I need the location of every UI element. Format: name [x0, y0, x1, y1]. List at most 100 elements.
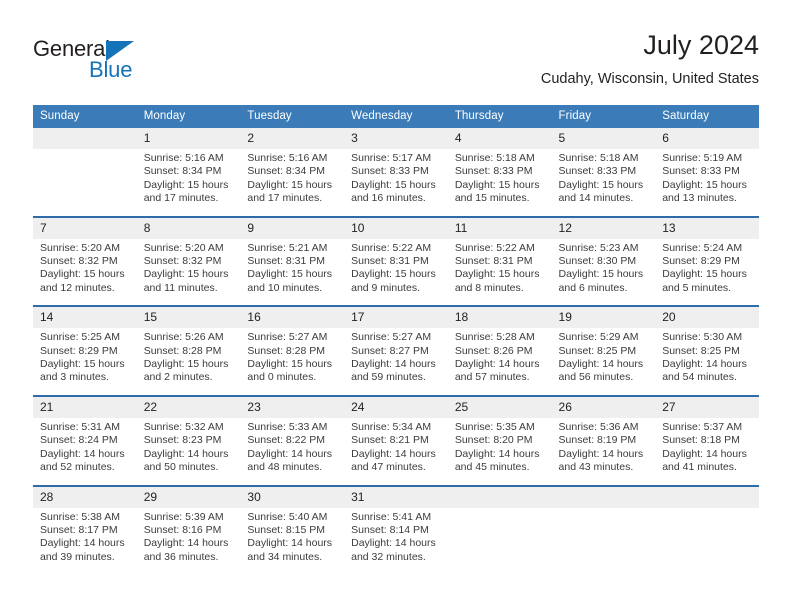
day-cell[interactable]: Sunrise: 5:16 AM Sunset: 8:34 PM Dayligh… — [240, 149, 345, 217]
sunset-text: Sunset: 8:27 PM — [351, 344, 429, 357]
day-cell[interactable]: Sunrise: 5:16 AM Sunset: 8:34 PM Dayligh… — [136, 149, 241, 217]
day-number: 7 — [33, 215, 137, 239]
day-cell[interactable]: Sunrise: 5:28 AM Sunset: 8:26 PM Dayligh… — [447, 328, 552, 396]
day-number: 21 — [33, 394, 137, 418]
daylight-text: Daylight: 15 hours and 16 minutes. — [351, 178, 436, 205]
sunrise-text: Sunrise: 5:29 AM — [558, 331, 639, 344]
day-number: 14 — [33, 305, 137, 329]
day-cell[interactable]: Sunrise: 5:36 AM Sunset: 8:19 PM Dayligh… — [551, 417, 656, 486]
day-cell[interactable]: Sunrise: 5:31 AM Sunset: 8:24 PM Dayligh… — [33, 417, 137, 486]
general-blue-logo[interactable]: General Blue — [33, 36, 233, 92]
day-cell[interactable]: Sunrise: 5:33 AM Sunset: 8:22 PM Dayligh… — [240, 417, 345, 486]
daylight-text: Daylight: 15 hours and 11 minutes. — [143, 268, 229, 294]
day-cell[interactable]: Sunrise: 5:27 AM Sunset: 8:28 PM Dayligh… — [240, 328, 345, 396]
day-number: 29 — [136, 484, 241, 508]
weekday-header-friday: Friday — [551, 105, 656, 128]
day-cell[interactable]: Sunrise: 5:30 AM Sunset: 8:25 PM Dayligh… — [655, 328, 759, 396]
day-cell[interactable]: Sunrise: 5:25 AM Sunset: 8:29 PM Dayligh… — [33, 328, 137, 396]
day-cell[interactable]: Sunrise: 5:23 AM Sunset: 8:30 PM Dayligh… — [551, 238, 656, 307]
day-number: 31 — [344, 484, 448, 508]
sunrise-text: Sunrise: 5:30 AM — [662, 331, 743, 344]
day-cell[interactable]: Sunrise: 5:18 AM Sunset: 8:33 PM Dayligh… — [447, 149, 552, 217]
day-cell[interactable]: Sunrise: 5:22 AM Sunset: 8:31 PM Dayligh… — [344, 238, 448, 307]
day-cell[interactable]: Sunrise: 5:22 AM Sunset: 8:31 PM Dayligh… — [447, 238, 552, 307]
day-cell[interactable] — [655, 507, 759, 575]
day-cell[interactable]: Sunrise: 5:35 AM Sunset: 8:20 PM Dayligh… — [447, 417, 552, 486]
day-cell[interactable]: Sunrise: 5:26 AM Sunset: 8:28 PM Dayligh… — [136, 328, 241, 396]
sunrise-text: Sunrise: 5:26 AM — [143, 331, 224, 344]
daylight-text: Daylight: 15 hours and 17 minutes. — [247, 178, 333, 205]
day-cell[interactable]: Sunrise: 5:29 AM Sunset: 8:25 PM Dayligh… — [551, 328, 656, 396]
day-number: 17 — [344, 305, 448, 329]
page-title: July 2024 — [643, 30, 759, 60]
day-cell[interactable]: Sunrise: 5:38 AM Sunset: 8:17 PM Dayligh… — [33, 507, 137, 575]
day-cell[interactable]: Sunrise: 5:34 AM Sunset: 8:21 PM Dayligh… — [344, 417, 448, 486]
day-number: 6 — [655, 128, 759, 149]
day-cell[interactable]: Sunrise: 5:24 AM Sunset: 8:29 PM Dayligh… — [655, 238, 759, 307]
sunset-text: Sunset: 8:34 PM — [247, 165, 326, 178]
sunset-text: Sunset: 8:19 PM — [558, 434, 637, 447]
weekday-header-saturday: Saturday — [655, 105, 759, 128]
day-cell[interactable]: Sunrise: 5:40 AM Sunset: 8:15 PM Dayligh… — [240, 507, 345, 575]
week-daynumber-row: 28 29 30 31 — [33, 484, 759, 508]
sunrise-text: Sunrise: 5:21 AM — [247, 241, 328, 254]
sunset-text: Sunset: 8:34 PM — [143, 165, 222, 178]
weekday-header-sunday: Sunday — [33, 105, 137, 128]
day-cell[interactable]: Sunrise: 5:20 AM Sunset: 8:32 PM Dayligh… — [33, 238, 137, 307]
day-cell[interactable]: Sunrise: 5:20 AM Sunset: 8:32 PM Dayligh… — [136, 238, 241, 307]
sunrise-text: Sunrise: 5:36 AM — [558, 420, 639, 433]
sunset-text: Sunset: 8:33 PM — [351, 165, 429, 178]
calendar-table: Sunday Monday Tuesday Wednesday Thursday… — [33, 105, 759, 575]
sunset-text: Sunset: 8:14 PM — [351, 523, 429, 536]
day-number: 19 — [551, 305, 656, 329]
calendar-page: General Blue July 2024 Cudahy, Wisconsin… — [0, 0, 792, 612]
sunrise-text: Sunrise: 5:39 AM — [143, 510, 224, 523]
day-number: 23 — [240, 394, 345, 418]
day-cell[interactable]: Sunrise: 5:39 AM Sunset: 8:16 PM Dayligh… — [136, 507, 241, 575]
day-cell[interactable]: Sunrise: 5:21 AM Sunset: 8:31 PM Dayligh… — [240, 238, 345, 307]
sunset-text: Sunset: 8:31 PM — [351, 255, 429, 268]
day-cell[interactable] — [33, 149, 137, 217]
week-daynumber-row: 14 15 16 17 18 19 20 — [33, 305, 759, 329]
sunset-text: Sunset: 8:28 PM — [143, 344, 222, 357]
daylight-text: Daylight: 15 hours and 8 minutes. — [454, 268, 540, 294]
day-cell[interactable]: Sunrise: 5:17 AM Sunset: 8:33 PM Dayligh… — [344, 149, 448, 217]
sunset-text: Sunset: 8:32 PM — [40, 255, 118, 268]
day-cell[interactable]: Sunrise: 5:27 AM Sunset: 8:27 PM Dayligh… — [344, 328, 448, 396]
sunrise-text: Sunrise: 5:41 AM — [351, 510, 432, 523]
sunrise-text: Sunrise: 5:33 AM — [247, 420, 328, 433]
daylight-text: Daylight: 14 hours and 59 minutes. — [351, 358, 436, 384]
day-number: 25 — [447, 394, 552, 418]
sunset-text: Sunset: 8:26 PM — [454, 344, 533, 357]
sunrise-text: Sunrise: 5:20 AM — [40, 241, 120, 254]
sunrise-text: Sunrise: 5:18 AM — [558, 152, 639, 164]
day-number: 11 — [447, 215, 552, 239]
sunset-text: Sunset: 8:23 PM — [143, 434, 222, 447]
day-cell[interactable]: Sunrise: 5:37 AM Sunset: 8:18 PM Dayligh… — [655, 417, 759, 486]
day-number: 10 — [344, 215, 448, 239]
day-cell[interactable]: Sunrise: 5:32 AM Sunset: 8:23 PM Dayligh… — [136, 417, 241, 486]
sunset-text: Sunset: 8:17 PM — [40, 523, 118, 536]
logo-text-blue: Blue — [89, 57, 133, 82]
day-number: 26 — [551, 394, 656, 418]
sunset-text: Sunset: 8:16 PM — [143, 523, 222, 536]
day-cell[interactable]: Sunrise: 5:19 AM Sunset: 8:33 PM Dayligh… — [655, 149, 759, 217]
sunrise-text: Sunrise: 5:24 AM — [662, 241, 743, 254]
daylight-text: Daylight: 14 hours and 41 minutes. — [662, 447, 747, 474]
day-cell[interactable]: Sunrise: 5:41 AM Sunset: 8:14 PM Dayligh… — [344, 507, 448, 575]
day-number: 15 — [136, 305, 241, 329]
sunrise-text: Sunrise: 5:16 AM — [143, 152, 224, 164]
sunset-text: Sunset: 8:22 PM — [247, 434, 326, 447]
day-cell[interactable] — [551, 507, 656, 575]
day-cell[interactable]: Sunrise: 5:18 AM Sunset: 8:33 PM Dayligh… — [551, 149, 656, 217]
sunset-text: Sunset: 8:15 PM — [247, 523, 326, 536]
sunset-text: Sunset: 8:18 PM — [662, 434, 740, 447]
day-number: 1 — [136, 128, 241, 149]
day-number: 22 — [136, 394, 241, 418]
sunset-text: Sunset: 8:25 PM — [558, 344, 637, 357]
week-daynumber-row: 7 8 9 10 11 12 13 — [33, 215, 759, 239]
daylight-text: Daylight: 15 hours and 2 minutes. — [143, 358, 229, 384]
day-cell[interactable] — [447, 507, 552, 575]
daylight-text: Daylight: 15 hours and 12 minutes. — [40, 268, 125, 294]
day-number: 28 — [33, 484, 137, 508]
